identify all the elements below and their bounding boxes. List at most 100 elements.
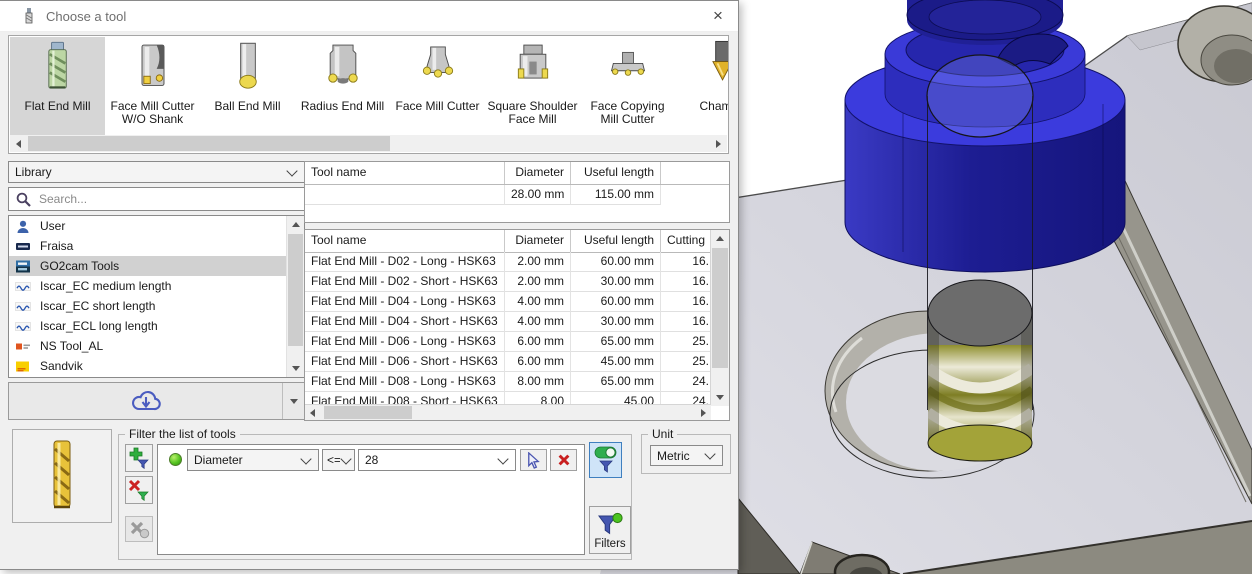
tool-list-vertical-scrollbar[interactable] xyxy=(710,230,729,406)
end-mill-window-icon xyxy=(22,8,36,24)
column-header[interactable]: Diameter xyxy=(505,230,571,252)
sandvik-logo xyxy=(15,360,32,373)
filters-funnel-icon xyxy=(598,512,623,535)
library-item-ns-tool-al[interactable]: NS Tool_AL xyxy=(9,336,287,356)
tool-row[interactable]: Flat End Mill - D02 - Long - HSK63 2.00 m… xyxy=(305,252,711,272)
tool-type-square-shoulder-face-mill[interactable]: Square Shoulder Face Mill xyxy=(485,37,580,136)
scroll-up-icon[interactable] xyxy=(711,230,728,247)
column-header[interactable]: Useful length xyxy=(571,230,661,252)
tool-type-face-mill-cutter-w-o-shank[interactable]: Face Mill Cutter W/O Shank xyxy=(105,37,200,136)
scrollbar-thumb[interactable] xyxy=(288,234,303,346)
useful-length-cell: 65.00 mm xyxy=(571,372,661,392)
library-item-label: User xyxy=(40,219,66,233)
library-dropdown[interactable]: Library xyxy=(8,161,305,183)
library-item-iscar-ec-short-length[interactable]: Iscar_EC short length xyxy=(9,296,287,316)
clear-filter-icon xyxy=(130,521,149,539)
search-icon xyxy=(16,192,31,207)
toggle-filter-icon xyxy=(594,446,616,473)
tool-type-label: Chamfer xyxy=(699,99,728,113)
dialog-title: Choose a tool xyxy=(46,9,127,24)
download-library-button[interactable] xyxy=(8,382,305,420)
tool-type-ball-end-mill[interactable]: Ball End Mill xyxy=(200,37,295,136)
tool-row[interactable]: Flat End Mill - D06 - Short - HSK63 6.00 … xyxy=(305,352,711,372)
tool-type-chamfer[interactable]: Chamfer xyxy=(675,37,728,136)
scroll-up-icon[interactable] xyxy=(287,216,304,233)
library-item-label: Iscar_ECL long length xyxy=(40,319,158,333)
chevron-down-icon xyxy=(704,448,716,460)
scroll-down-icon[interactable] xyxy=(287,360,304,377)
library-item-fraisa[interactable]: Fraisa xyxy=(9,236,287,256)
cutting-length-cell: 25. xyxy=(661,332,711,352)
scroll-down-icon[interactable] xyxy=(711,389,728,406)
scroll-right-icon[interactable] xyxy=(696,405,711,420)
chamfer-mill-icon xyxy=(701,39,728,97)
library-item-sandvik[interactable]: Sandvik xyxy=(9,356,287,376)
gold-end-mill-icon xyxy=(53,440,71,509)
library-list-scrollbar[interactable] xyxy=(286,216,304,377)
column-header[interactable]: Diameter xyxy=(505,162,571,184)
remove-filter-button[interactable] xyxy=(125,476,153,504)
scrollbar-thumb[interactable] xyxy=(324,406,412,419)
cutting-length-cell: 16. xyxy=(661,272,711,292)
dialog-titlebar[interactable]: Choose a tool × xyxy=(0,1,738,32)
search-box[interactable] xyxy=(8,187,305,211)
flat-end-mill-icon xyxy=(36,39,80,97)
scrollbar-thumb[interactable] xyxy=(712,248,728,368)
scroll-left-icon[interactable] xyxy=(10,135,27,152)
current-tool-row: 28.00 mm 115.00 mm xyxy=(305,185,729,205)
scrollbar-thumb[interactable] xyxy=(28,136,390,151)
diameter-cell: 4.00 mm xyxy=(505,312,571,332)
tool-row[interactable]: Flat End Mill - D02 - Short - HSK63 2.00 … xyxy=(305,272,711,292)
filter-field-dropdown[interactable]: Diameter xyxy=(187,449,319,471)
tool-name-cell: Flat End Mill - D02 - Short - HSK63 xyxy=(305,272,505,292)
add-filter-button[interactable] xyxy=(125,444,153,472)
library-item-iscar-ecl-long-length[interactable]: Iscar_ECL long length xyxy=(9,316,287,336)
diameter-cell: 2.00 mm xyxy=(505,272,571,292)
pick-value-button[interactable] xyxy=(520,449,547,471)
column-header[interactable]: Cutting xyxy=(661,230,711,252)
unit-dropdown[interactable]: Metric xyxy=(650,445,723,466)
tool-name-cell: Flat End Mill - D02 - Long - HSK63 xyxy=(305,252,505,272)
tool-row[interactable]: Flat End Mill - D06 - Long - HSK63 6.00 m… xyxy=(305,332,711,352)
filters-button-label: Filters xyxy=(594,538,626,550)
tool-type-flat-end-mill[interactable]: Flat End Mill xyxy=(10,37,105,136)
filter-value-combobox[interactable]: 28 xyxy=(358,449,516,471)
library-item-go2cam-tools[interactable]: GO2cam Tools xyxy=(9,256,287,276)
ball-end-mill-icon xyxy=(226,39,270,97)
square-shoulder-face-mill-icon xyxy=(511,39,555,97)
close-icon[interactable]: × xyxy=(706,5,730,27)
diameter-cell: 6.00 mm xyxy=(505,352,571,372)
scroll-left-icon[interactable] xyxy=(305,405,320,420)
diameter-cell: 6.00 mm xyxy=(505,332,571,352)
iscar-logo xyxy=(15,280,32,293)
current-tool-diameter: 28.00 mm xyxy=(505,185,571,205)
column-header[interactable]: Tool name xyxy=(305,230,505,252)
library-item-iscar-ec-medium-length[interactable]: Iscar_EC medium length xyxy=(9,276,287,296)
library-dropdown-value: Library xyxy=(15,165,52,179)
filter-active-indicator xyxy=(169,453,182,466)
search-input[interactable] xyxy=(37,191,304,207)
tool-row[interactable]: Flat End Mill - D04 - Short - HSK63 4.00 … xyxy=(305,312,711,332)
tool-type-scrollbar[interactable] xyxy=(10,135,727,152)
column-header[interactable]: Tool name xyxy=(305,162,505,184)
tool-list-horizontal-scrollbar[interactable] xyxy=(305,404,711,420)
filter-enabled-toggle-button[interactable] xyxy=(589,442,622,478)
delete-filter-row-button[interactable] xyxy=(550,449,577,471)
clear-filters-button-disabled[interactable] xyxy=(125,516,153,542)
filters-button[interactable]: Filters xyxy=(589,506,631,554)
download-options-dropdown[interactable] xyxy=(282,383,304,419)
scroll-right-icon[interactable] xyxy=(710,135,727,152)
filter-field-value: Diameter xyxy=(194,453,243,467)
current-tool-name xyxy=(305,185,505,205)
library-list: User Fraisa GO2cam Tools Iscar_EC medium le… xyxy=(8,215,305,378)
tool-type-radius-end-mill[interactable]: Radius End Mill xyxy=(295,37,390,136)
tool-row[interactable]: Flat End Mill - D04 - Long - HSK63 4.00 m… xyxy=(305,292,711,312)
cutting-length-cell: 16. xyxy=(661,292,711,312)
tool-row[interactable]: Flat End Mill - D08 - Long - HSK63 8.00 m… xyxy=(305,372,711,392)
tool-type-face-copying-mill-cutter[interactable]: Face Copying Mill Cutter xyxy=(580,37,675,136)
filter-operator-dropdown[interactable]: <= xyxy=(322,449,355,471)
iscar-logo xyxy=(15,320,32,333)
column-header[interactable]: Useful length xyxy=(571,162,661,184)
library-item-user[interactable]: User xyxy=(9,216,287,236)
tool-type-face-mill-cutter[interactable]: Face Mill Cutter xyxy=(390,37,485,136)
